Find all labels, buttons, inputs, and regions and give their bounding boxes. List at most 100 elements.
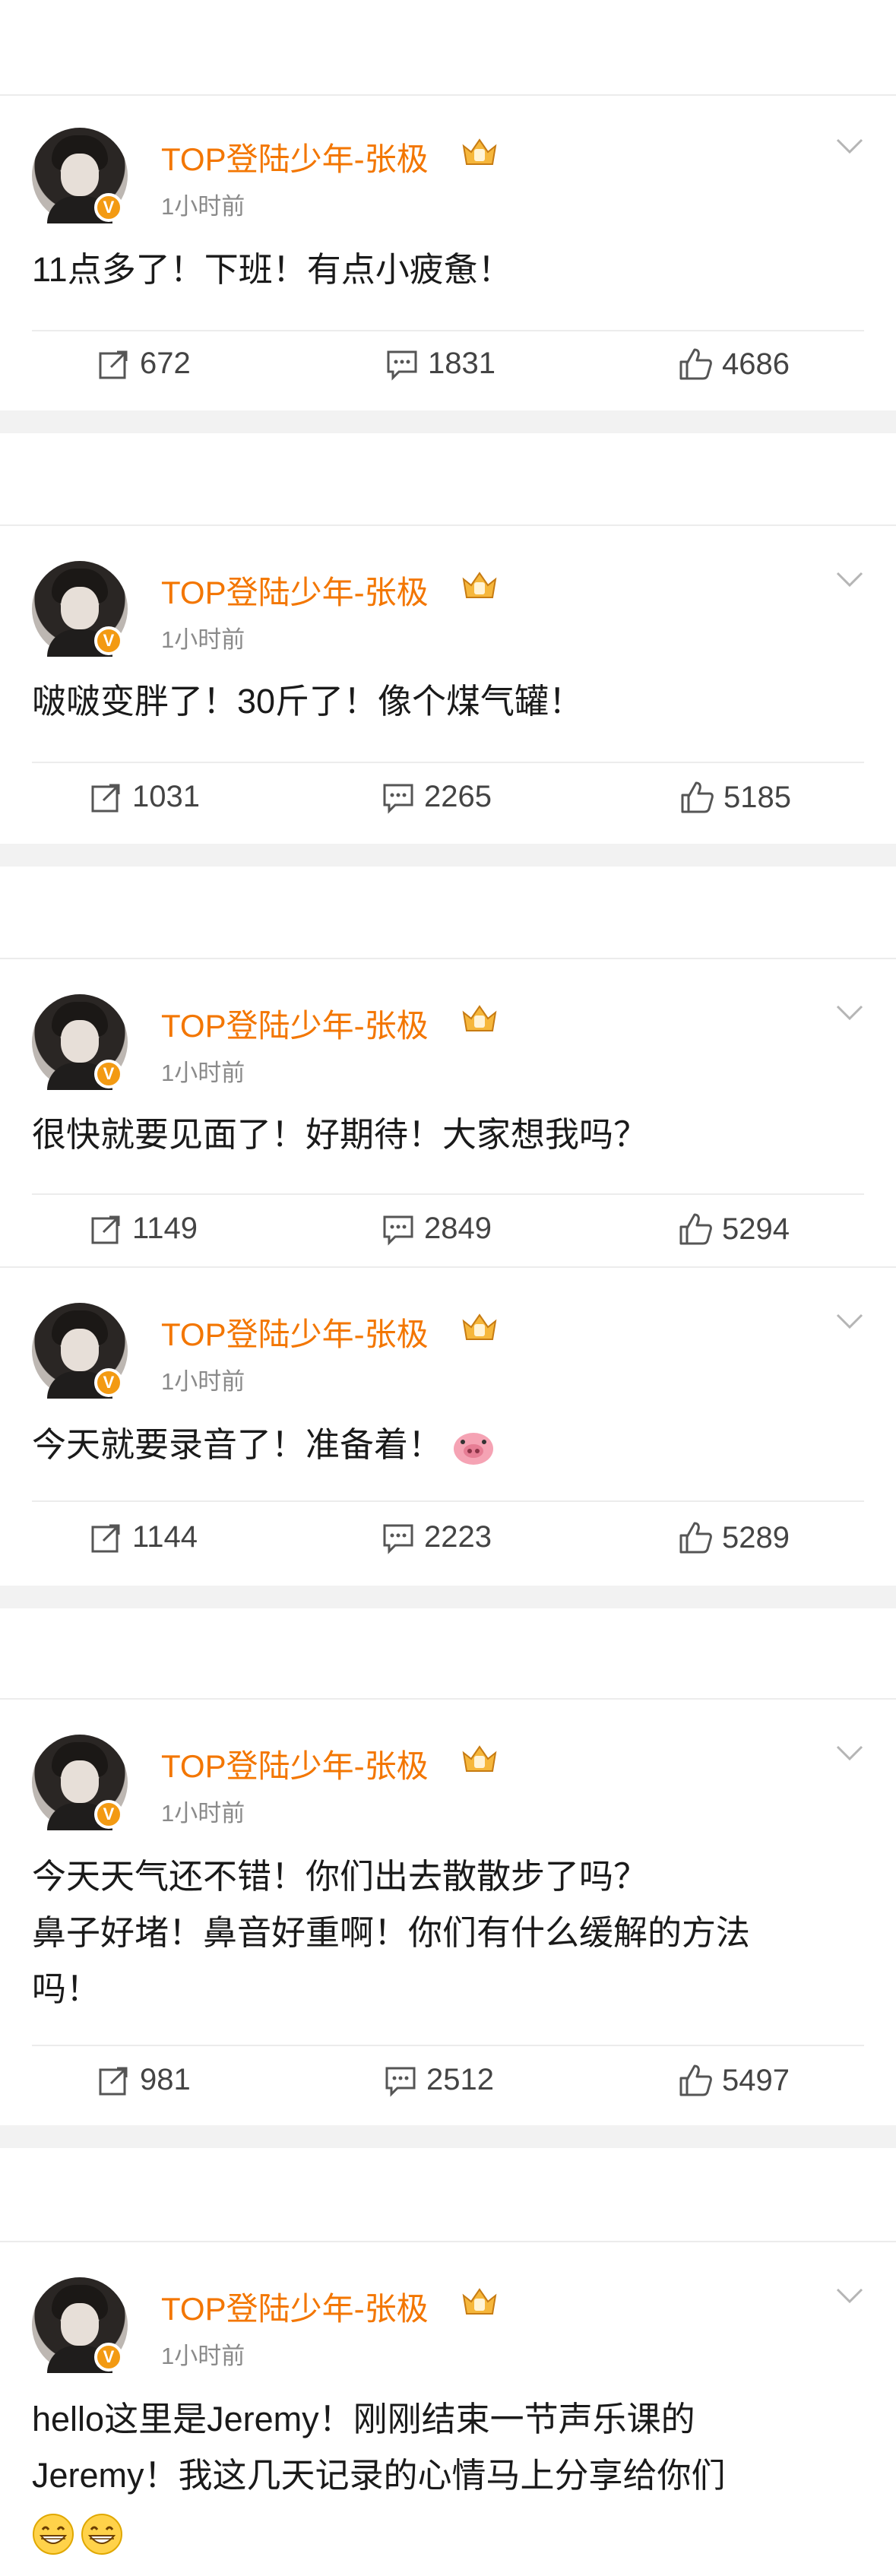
crown-member-icon xyxy=(462,1745,497,1772)
author-name[interactable]: TOP登陆少年-张极 xyxy=(161,1000,429,1047)
chevron-down-icon[interactable] xyxy=(836,1744,863,1762)
post-time: 1小时前 xyxy=(161,626,245,653)
verified-v-icon: V xyxy=(94,1368,123,1397)
post-text-block: 今天就要录音了！准备着！ xyxy=(32,1417,868,1473)
verified-v-icon: V xyxy=(94,193,123,222)
author-name[interactable]: TOP登陆少年-张极 xyxy=(161,1309,429,1355)
comment-count: 2223 xyxy=(424,1520,492,1554)
like-button[interactable]: 5185 xyxy=(679,780,791,815)
comment-button[interactable]: 2849 xyxy=(382,1212,492,1246)
comment-button[interactable]: 2512 xyxy=(384,2063,494,2097)
author-name[interactable]: TOP登陆少年-张极 xyxy=(161,134,429,180)
like-icon xyxy=(679,1213,712,1245)
repost-button[interactable]: 1144 xyxy=(90,1520,198,1554)
weibo-post[interactable]: V TOP登陆少年-张极 1小时前 今天天气还不错！你们出去散散步了吗？ 鼻子好… xyxy=(0,1700,896,2125)
comment-icon xyxy=(383,1524,413,1554)
repost-count: 981 xyxy=(140,2063,191,2096)
post-time: 1小时前 xyxy=(161,2343,245,2369)
post-text-line: 吗！ xyxy=(32,1969,101,2008)
emoji-row xyxy=(32,2504,868,2560)
author-name[interactable]: TOP登陆少年-张极 xyxy=(161,2283,429,2330)
grinning-face-emoji xyxy=(81,2514,122,2555)
crown-member-icon xyxy=(462,1313,497,1340)
chevron-down-icon[interactable] xyxy=(836,137,863,155)
like-count: 5497 xyxy=(722,2063,790,2097)
weibo-post[interactable]: V TOP登陆少年-张极 1小时前 今天就要录音了！准备着！ 1144 2223… xyxy=(0,1268,896,1586)
repost-icon xyxy=(99,350,128,379)
comment-icon xyxy=(383,784,413,814)
author-name[interactable]: TOP登陆少年-张极 xyxy=(161,567,429,613)
comment-icon xyxy=(387,350,417,381)
post-text-line: hello这里是Jeremy！刚刚结束一节声乐课的 xyxy=(32,2400,695,2438)
like-count: 4686 xyxy=(722,347,790,381)
like-icon xyxy=(681,781,714,813)
divider xyxy=(32,762,864,763)
repost-icon xyxy=(91,784,120,812)
verified-v-icon: V xyxy=(94,1800,123,1829)
like-count: 5294 xyxy=(722,1212,790,1246)
repost-count: 672 xyxy=(140,347,191,380)
post-text-line: 今天天气还不错！你们出去散散步了吗？ xyxy=(32,1857,648,1896)
weibo-post[interactable]: V TOP登陆少年-张极 1小时前 11点多了！下班！有点小疲惫！ 672 18… xyxy=(0,96,896,410)
post-text: 11点多了！下班！有点小疲惫！ xyxy=(32,250,512,289)
repost-button[interactable]: 1149 xyxy=(90,1212,198,1246)
post-text: 啵啵变胖了！30斤了！像个煤气罐！ xyxy=(32,682,584,721)
post-text: 今天就要录音了！准备着！ xyxy=(32,1425,443,1464)
post-time: 1小时前 xyxy=(161,193,245,220)
divider xyxy=(32,330,864,331)
comment-count: 2265 xyxy=(424,780,492,813)
weibo-post[interactable]: V TOP登陆少年-张极 1小时前 啵啵变胖了！30斤了！像个煤气罐！ 1031… xyxy=(0,526,896,844)
post-time: 1小时前 xyxy=(161,1368,245,1395)
divider xyxy=(32,1500,864,1502)
weibo-post[interactable]: V TOP登陆少年-张极 1小时前 hello这里是Jeremy！刚刚结束一节声… xyxy=(0,2242,896,2576)
comment-button[interactable]: 2223 xyxy=(382,1520,492,1554)
repost-icon xyxy=(91,1215,120,1244)
repost-button[interactable]: 1031 xyxy=(90,780,200,814)
repost-count: 1149 xyxy=(132,1212,198,1245)
crown-member-icon xyxy=(462,1005,497,1031)
verified-v-icon: V xyxy=(94,1060,123,1088)
comment-button[interactable]: 2265 xyxy=(382,780,492,814)
crown-member-icon xyxy=(462,572,497,598)
comment-count: 2512 xyxy=(426,2063,494,2096)
repost-icon xyxy=(99,2067,128,2095)
like-button[interactable]: 5294 xyxy=(678,1212,790,1247)
like-icon xyxy=(679,1522,712,1554)
post-text-line: Jeremy！我这几天记录的心情马上分享给你们 xyxy=(32,2456,726,2495)
verified-v-icon: V xyxy=(94,2343,123,2372)
comment-button[interactable]: 1831 xyxy=(385,347,495,381)
crown-member-icon xyxy=(462,138,497,165)
like-button[interactable]: 5497 xyxy=(678,2063,790,2098)
weibo-post[interactable]: V TOP登陆少年-张极 1小时前 很快就要见面了！好期待！大家想我吗？ 114… xyxy=(0,959,896,1266)
verified-v-icon: V xyxy=(94,626,123,655)
author-name[interactable]: TOP登陆少年-张极 xyxy=(161,1741,429,1787)
chevron-down-icon[interactable] xyxy=(836,2286,863,2305)
repost-count: 1144 xyxy=(132,1520,198,1554)
post-text: 很快就要见面了！好期待！大家想我吗？ xyxy=(32,1115,648,1154)
like-icon xyxy=(679,2064,712,2096)
post-text-block: 今天天气还不错！你们出去散散步了吗？ 鼻子好堵！鼻音好重啊！你们有什么缓解的方法… xyxy=(32,1849,868,2017)
chevron-down-icon[interactable] xyxy=(836,570,863,588)
like-count: 5289 xyxy=(722,1520,790,1554)
chevron-down-icon[interactable] xyxy=(836,1003,863,1022)
post-text-line: 鼻子好堵！鼻音好重啊！你们有什么缓解的方法 xyxy=(32,1913,751,1952)
like-button[interactable]: 5289 xyxy=(678,1520,790,1555)
post-time: 1小时前 xyxy=(161,1060,245,1086)
comment-icon xyxy=(385,2067,416,2097)
repost-button[interactable]: 672 xyxy=(97,347,191,381)
divider xyxy=(32,2045,864,2046)
pig-face-emoji xyxy=(453,1433,493,1465)
like-icon xyxy=(679,348,712,380)
repost-count: 1031 xyxy=(132,780,200,813)
post-text-block: hello这里是Jeremy！刚刚结束一节声乐课的 Jeremy！我这几天记录的… xyxy=(32,2391,868,2560)
comment-count: 1831 xyxy=(428,347,495,380)
comment-icon xyxy=(383,1215,413,1246)
like-count: 5185 xyxy=(723,780,791,814)
divider xyxy=(32,1193,864,1195)
grinning-face-emoji xyxy=(33,2514,74,2555)
chevron-down-icon[interactable] xyxy=(836,1312,863,1330)
repost-button[interactable]: 981 xyxy=(97,2063,191,2097)
crown-member-icon xyxy=(462,2288,497,2315)
post-time: 1小时前 xyxy=(161,1800,245,1827)
like-button[interactable]: 4686 xyxy=(678,347,790,382)
